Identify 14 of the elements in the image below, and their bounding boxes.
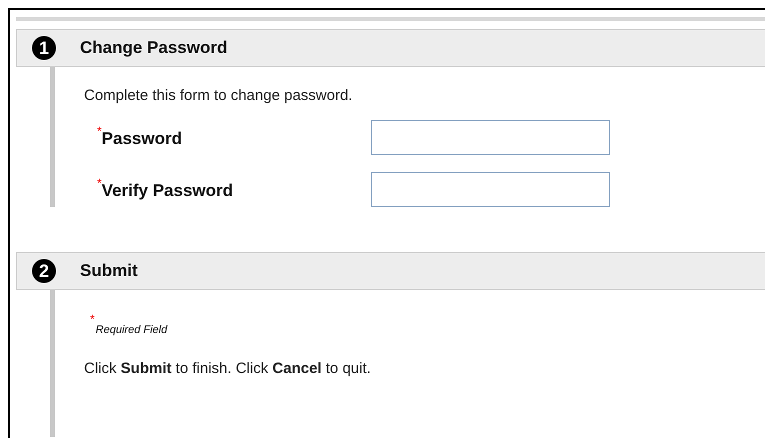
- instructions-text: Click Submit to finish. Click Cancel to quit.: [84, 359, 372, 379]
- required-mark: *: [97, 126, 102, 136]
- field-label: Verify Password: [102, 180, 234, 201]
- required-mark: *: [90, 314, 95, 324]
- step-number: 1: [32, 36, 56, 60]
- password-field[interactable]: [371, 172, 610, 207]
- required-mark: *: [97, 178, 102, 188]
- intro-text: Complete this form to change password.: [84, 86, 354, 104]
- field-label: Password: [102, 128, 182, 149]
- step-number: 2: [32, 259, 56, 283]
- required-note: Required Field: [96, 323, 168, 336]
- section-title: Submit: [80, 261, 138, 281]
- section-title: Change Password: [80, 38, 228, 58]
- password-field[interactable]: [371, 120, 610, 155]
